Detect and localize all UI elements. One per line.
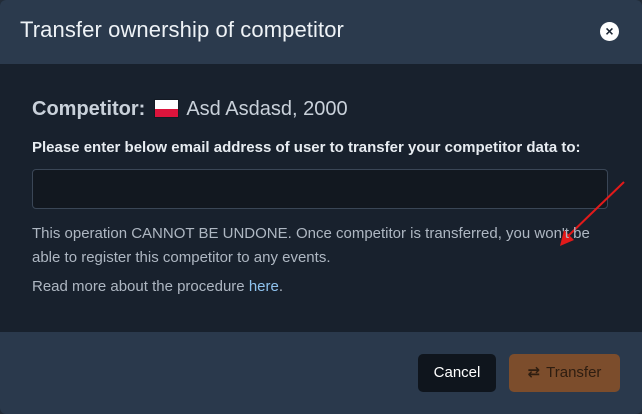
transfer-label: Transfer <box>546 364 602 381</box>
dialog-body: Competitor: Asd Asdasd, 2000 Please ente… <box>0 64 642 332</box>
procedure-link[interactable]: here <box>249 278 279 295</box>
transfer-arrows-icon: ⇄ <box>527 364 541 381</box>
readmore-prefix: Read more about the procedure <box>32 278 249 295</box>
close-icon: × <box>605 23 614 39</box>
readmore-suffix: . <box>278 278 284 295</box>
readmore-text: Read more about the procedure here. <box>32 278 283 295</box>
competitor-name: Asd Asdasd, 2000 <box>186 98 348 120</box>
dialog-footer: Cancel ⇄ Transfer <box>0 332 642 414</box>
cancel-button[interactable]: Cancel <box>418 354 496 392</box>
competitor-line: Competitor: Asd Asdasd, 2000 <box>32 98 348 121</box>
dialog-title: Transfer ownership of competitor <box>20 17 344 42</box>
close-button[interactable]: × <box>600 22 619 41</box>
warning-text: This operation CANNOT BE UNDONE. Once co… <box>32 225 590 266</box>
email-instruction: Please enter below email address of user… <box>32 139 581 156</box>
poland-flag-icon <box>154 100 178 117</box>
transfer-dialog: Transfer ownership of competitor × Compe… <box>0 0 642 414</box>
competitor-label: Competitor: <box>32 98 146 120</box>
email-field[interactable] <box>32 169 608 209</box>
transfer-button[interactable]: ⇄ Transfer <box>509 354 620 392</box>
dialog-header: Transfer ownership of competitor × <box>0 0 642 64</box>
